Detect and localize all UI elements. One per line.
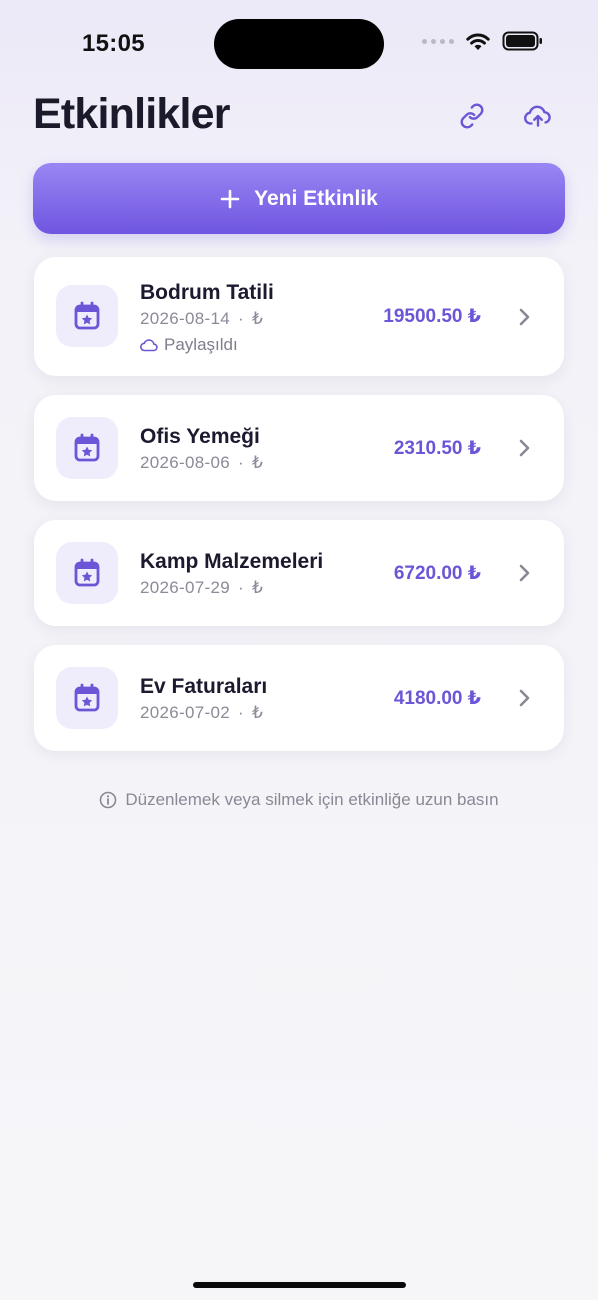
event-meta: 2026-07-02 · ₺	[140, 703, 264, 722]
event-icon-container	[56, 285, 118, 347]
event-amount: 4180.00 ₺	[393, 688, 481, 709]
dynamic-island	[214, 19, 384, 69]
event-name: Bodrum Tatili	[140, 281, 274, 304]
event-amount: 6720.00 ₺	[393, 563, 481, 584]
event-name: Ev Faturaları	[140, 675, 268, 698]
hint-text: Düzenlemek veya silmek için etkinliğe uz…	[125, 790, 499, 809]
event-icon-container	[56, 417, 118, 479]
event-card[interactable]: Kamp Malzemeleri 2026-07-29 · ₺ 6720.00 ₺	[34, 520, 564, 626]
event-date: 2026-08-14	[140, 309, 230, 328]
cloud-upload-button[interactable]	[518, 96, 558, 136]
event-date: 2026-07-02	[140, 703, 230, 722]
chevron-right-icon	[519, 308, 530, 326]
new-event-label: Yeni Etkinlik	[254, 186, 378, 210]
status-bar: 15:05	[0, 0, 598, 90]
link-button[interactable]	[452, 96, 492, 136]
chevron-right-icon	[519, 564, 530, 582]
event-card[interactable]: Ofis Yemeği 2026-08-06 · ₺ 2310.50 ₺	[34, 395, 564, 501]
event-meta: 2026-08-06 · ₺	[140, 453, 264, 472]
event-amount: 2310.50 ₺	[393, 438, 481, 459]
event-currency: ₺	[251, 578, 264, 597]
cloud-icon	[140, 339, 158, 352]
event-icon-container	[56, 542, 118, 604]
calendar-star-icon	[74, 558, 100, 587]
long-press-hint: Düzenlemek veya silmek için etkinliğe uz…	[0, 790, 598, 810]
chevron-right-icon	[519, 689, 530, 707]
plus-icon	[220, 189, 240, 208]
event-amount: 19500.50 ₺	[383, 306, 481, 327]
calendar-star-icon	[74, 433, 100, 462]
shared-label: Paylaşıldı	[164, 335, 238, 354]
calendar-star-icon	[74, 683, 100, 712]
event-card[interactable]: Bodrum Tatili 2026-08-14 · ₺ Paylaşıldı 19…	[34, 257, 564, 376]
event-card[interactable]: Ev Faturaları 2026-07-02 · ₺ 4180.00 ₺	[34, 645, 564, 751]
event-currency: ₺	[251, 703, 264, 722]
status-icons	[422, 30, 544, 52]
link-icon	[460, 103, 484, 129]
event-meta: 2026-08-14 · ₺	[140, 309, 264, 328]
chevron-right-icon	[519, 439, 530, 457]
calendar-star-icon	[74, 301, 100, 330]
shared-status: Paylaşıldı	[140, 335, 238, 355]
event-date: 2026-08-06	[140, 453, 230, 472]
event-icon-container	[56, 667, 118, 729]
wifi-icon	[466, 33, 490, 50]
page-title: Etkinlikler	[33, 90, 231, 138]
new-event-button[interactable]: Yeni Etkinlik	[33, 163, 565, 234]
home-indicator[interactable]	[193, 1282, 406, 1288]
battery-icon	[502, 31, 542, 51]
event-date: 2026-07-29	[140, 578, 230, 597]
info-icon	[100, 791, 117, 809]
event-currency: ₺	[251, 453, 264, 472]
status-time: 15:05	[82, 30, 145, 57]
cellular-signal-icon	[422, 38, 454, 44]
cloud-upload-icon	[524, 105, 551, 127]
event-name: Kamp Malzemeleri	[140, 550, 324, 573]
event-name: Ofis Yemeği	[140, 425, 260, 448]
event-currency: ₺	[251, 309, 264, 328]
event-meta: 2026-07-29 · ₺	[140, 578, 264, 597]
